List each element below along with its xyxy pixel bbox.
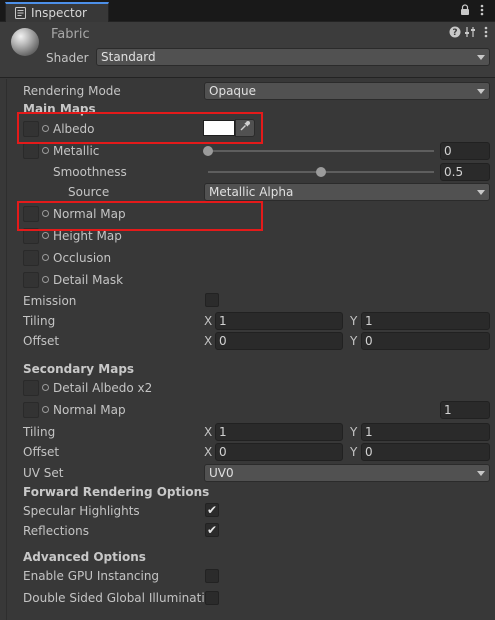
double-sided-gi-checkbox[interactable] — [205, 591, 219, 605]
secondary-maps-title: Secondary Maps — [23, 362, 135, 376]
offset-x-field[interactable]: 0 — [215, 332, 343, 350]
lock-icon[interactable] — [459, 4, 471, 18]
secondary-tiling-y-field[interactable]: 1 — [361, 423, 490, 441]
chevron-down-icon — [477, 471, 485, 476]
double-sided-gi-label: Double Sided Global Illumination — [23, 591, 220, 605]
specular-highlights-checkbox[interactable]: ✔ — [205, 503, 219, 517]
secondary-offset-label: Offset — [23, 445, 60, 459]
albedo-highlight-box — [17, 112, 263, 144]
emission-checkbox[interactable] — [205, 293, 219, 307]
secondary-offset-x-field[interactable]: 0 — [215, 443, 343, 461]
secondary-tiling-x-label: X — [204, 425, 213, 439]
material-name: Fabric — [51, 27, 90, 42]
shader-value: Standard — [101, 50, 156, 64]
smoothness-field[interactable]: 0.5 — [440, 163, 490, 181]
reflections-checkbox[interactable]: ✔ — [205, 523, 219, 537]
metallic-label: Metallic — [53, 144, 100, 158]
rendering-mode-dropdown[interactable]: Opaque — [204, 82, 490, 100]
tab-bar: Inspector — [0, 0, 495, 22]
chevron-down-icon — [477, 190, 485, 195]
material-header: Fabric ? Shader Standard — [0, 22, 495, 78]
detail-albedo-label: Detail Albedo x2 — [53, 381, 153, 395]
shader-dropdown[interactable]: Standard — [96, 48, 490, 66]
tab-label: Inspector — [31, 6, 87, 20]
kebab-menu-icon[interactable] — [476, 4, 488, 18]
metallic-texture-slot[interactable] — [23, 143, 39, 159]
height-map-label: Height Map — [53, 229, 122, 243]
source-value: Metallic Alpha — [209, 185, 294, 199]
source-dropdown[interactable]: Metallic Alpha — [204, 183, 490, 201]
svg-text:?: ? — [452, 28, 457, 38]
secondary-tiling-y-label: Y — [350, 425, 358, 439]
offset-label: Offset — [23, 334, 60, 348]
secondary-tiling-x-field[interactable]: 1 — [215, 423, 343, 441]
metallic-field[interactable]: 0 — [440, 142, 490, 160]
emission-label: Emission — [23, 294, 77, 308]
tiling-y-label: Y — [350, 314, 358, 328]
metallic-slider-handle[interactable] — [203, 146, 213, 156]
settings-menu-icon[interactable] — [479, 26, 492, 40]
object-picker-icon[interactable] — [42, 232, 49, 239]
uv-set-dropdown[interactable]: UV0 — [204, 464, 490, 482]
secondary-offset-x-label: X — [204, 445, 213, 459]
chevron-down-icon — [477, 89, 485, 94]
offset-x-label: X — [204, 334, 213, 348]
gpu-instancing-checkbox[interactable] — [205, 569, 219, 583]
tiling-label: Tiling — [23, 314, 56, 328]
tiling-x-label: X — [204, 314, 213, 328]
detail-mask-label: Detail Mask — [53, 273, 124, 287]
smoothness-label: Smoothness — [53, 165, 127, 179]
uv-set-label: UV Set — [23, 466, 64, 480]
reflections-label: Reflections — [23, 524, 89, 538]
secondary-normal-map-texture-slot[interactable] — [23, 402, 39, 418]
object-picker-icon[interactable] — [42, 406, 49, 413]
tiling-y-field[interactable]: 1 — [361, 312, 490, 330]
tiling-x-field[interactable]: 1 — [215, 312, 343, 330]
object-picker-icon[interactable] — [42, 254, 49, 261]
object-picker-icon[interactable] — [42, 276, 49, 283]
object-picker-icon[interactable] — [42, 147, 49, 154]
shader-label: Shader — [46, 51, 89, 65]
secondary-normal-map-label: Normal Map — [53, 403, 126, 417]
metallic-slider-track[interactable] — [208, 150, 434, 152]
source-label: Source — [68, 185, 110, 199]
normal-map-highlight-box — [17, 201, 263, 231]
advanced-options-title: Advanced Options — [23, 550, 146, 564]
detail-albedo-texture-slot[interactable] — [23, 380, 39, 396]
uv-set-value: UV0 — [209, 466, 234, 480]
material-preview-icon — [11, 28, 39, 56]
secondary-offset-y-label: Y — [350, 445, 358, 459]
secondary-offset-y-field[interactable]: 0 — [361, 443, 490, 461]
occlusion-texture-slot[interactable] — [23, 250, 39, 266]
offset-y-label: Y — [350, 334, 358, 348]
tab-inspector[interactable]: Inspector — [5, 2, 109, 22]
forward-rendering-title: Forward Rendering Options — [23, 485, 210, 499]
help-icon[interactable]: ? — [448, 26, 461, 40]
occlusion-label: Occlusion — [53, 251, 112, 265]
gpu-instancing-label: Enable GPU Instancing — [23, 569, 160, 583]
specular-highlights-label: Specular Highlights — [23, 504, 140, 518]
offset-y-field[interactable]: 0 — [361, 332, 490, 350]
rendering-mode-value: Opaque — [209, 84, 257, 98]
secondary-tiling-label: Tiling — [23, 425, 56, 439]
inspector-icon — [15, 7, 26, 19]
secondary-normal-map-scale-field[interactable]: 1 — [440, 401, 490, 419]
detail-mask-texture-slot[interactable] — [23, 272, 39, 288]
preset-icon[interactable] — [463, 26, 476, 40]
object-picker-icon[interactable] — [42, 384, 49, 391]
rendering-mode-label: Rendering Mode — [23, 84, 121, 98]
chevron-down-icon — [477, 55, 485, 60]
smoothness-slider-handle[interactable] — [316, 167, 326, 177]
